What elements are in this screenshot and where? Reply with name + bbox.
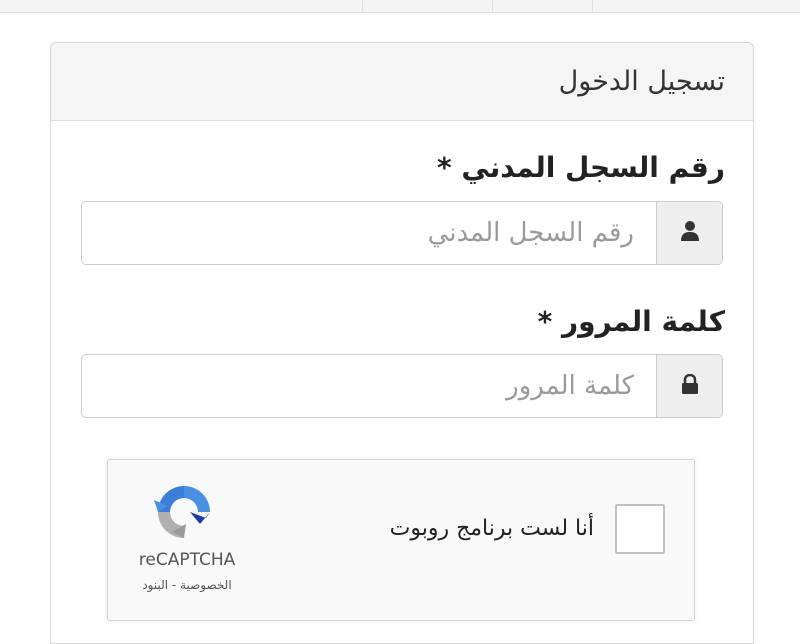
top-bar-divider: [362, 0, 363, 12]
recaptcha-widget: أنا لست برنامج روبوت reCAPTCHA الخصوصية …: [107, 459, 695, 621]
civil-id-addon: [656, 202, 722, 264]
password-input[interactable]: [82, 355, 656, 417]
panel-header: تسجيل الدخول: [51, 43, 753, 121]
recaptcha-brand: reCAPTCHA: [138, 550, 236, 570]
civil-id-label: رقم السجل المدني *: [437, 151, 725, 184]
top-bar-divider: [592, 0, 593, 12]
recaptcha-checkbox[interactable]: [615, 504, 665, 554]
panel-title: تسجيل الدخول: [558, 66, 725, 97]
civil-id-group: [81, 201, 723, 265]
top-bar-divider: [492, 0, 493, 12]
lock-icon: [681, 373, 699, 398]
recaptcha-label: أنا لست برنامج روبوت: [389, 516, 594, 541]
civil-id-input[interactable]: [82, 202, 656, 264]
login-panel: تسجيل الدخول رقم السجل المدني * كلمة الم…: [50, 42, 754, 644]
recaptcha-privacy-terms-link[interactable]: الخصوصية - البنود: [128, 578, 246, 592]
user-icon: [680, 220, 700, 246]
password-group: [81, 354, 723, 418]
top-bar: [0, 0, 800, 13]
recaptcha-logo-icon: [152, 480, 216, 548]
password-label: كلمة المرور *: [537, 305, 725, 338]
password-addon: [656, 355, 722, 417]
